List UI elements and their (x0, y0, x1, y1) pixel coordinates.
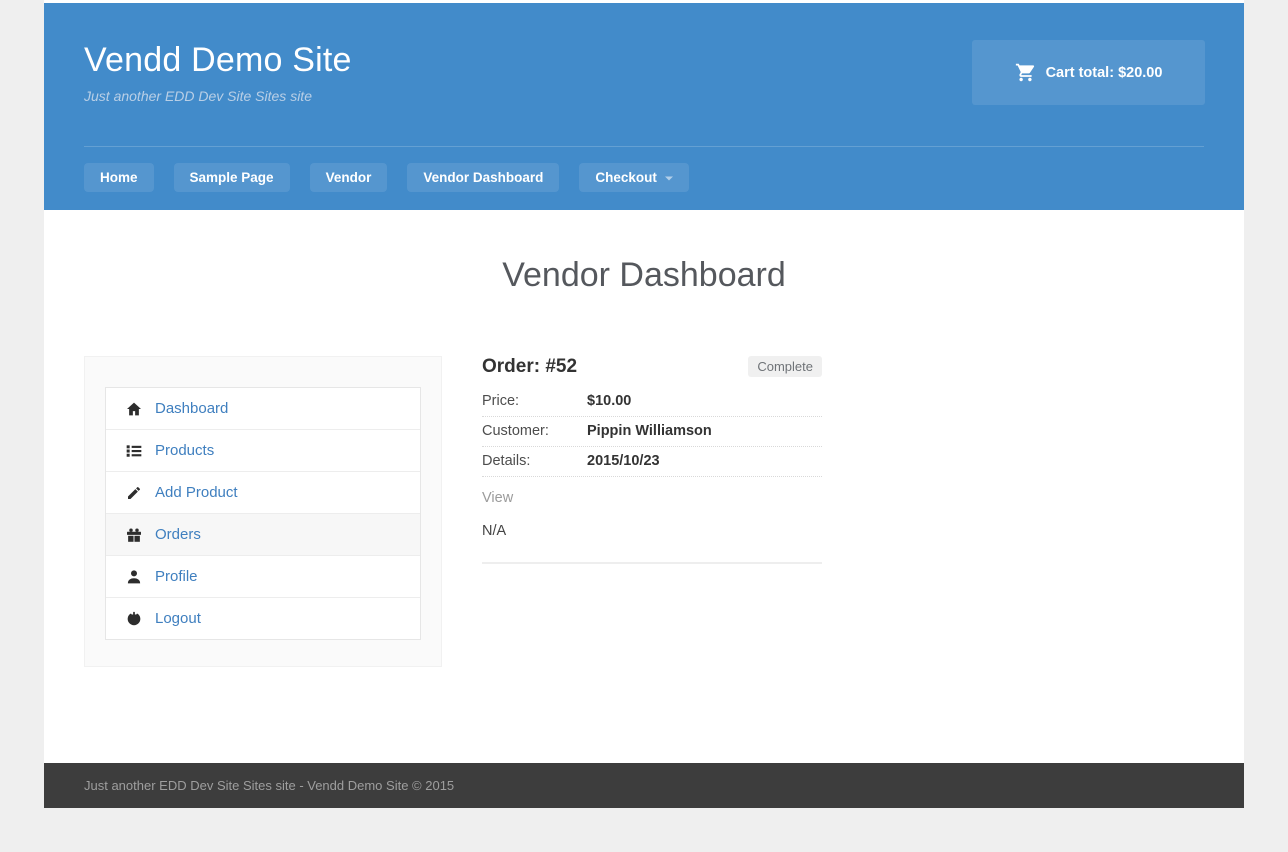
nav-item-sample-page-label: Sample Page (190, 170, 274, 185)
user-icon (126, 569, 142, 585)
order-price-label: Price: (482, 393, 587, 409)
home-icon (126, 401, 142, 417)
shopping-cart-icon (1015, 62, 1036, 83)
footer-text: Just another EDD Dev Site Sites site - V… (84, 778, 454, 793)
nav-item-sample-page[interactable]: Sample Page (174, 163, 290, 192)
cart-total-button[interactable]: Cart total: $20.00 (972, 40, 1205, 105)
sidebar-item-label: Logout (155, 610, 201, 627)
site-header: Vendd Demo Site Just another EDD Dev Sit… (44, 3, 1244, 210)
list-icon (126, 443, 142, 459)
order-customer-label: Customer: (482, 423, 587, 439)
sidebar-item-products[interactable]: Products (106, 430, 420, 472)
order-view-link[interactable]: View (482, 490, 822, 506)
order-divider (482, 562, 822, 564)
sidebar-item-logout[interactable]: Logout (106, 598, 420, 639)
sidebar-item-dashboard[interactable]: Dashboard (106, 388, 420, 430)
sidebar-item-label: Products (155, 442, 214, 459)
sidebar-item-profile[interactable]: Profile (106, 556, 420, 598)
cart-total-label: Cart total: $20.00 (1046, 65, 1163, 81)
nav-item-vendor-label: Vendor (326, 170, 372, 185)
sidebar-item-label: Orders (155, 526, 201, 543)
header-divider (84, 146, 1204, 147)
nav-item-checkout-label: Checkout (595, 170, 657, 185)
order-na-text: N/A (482, 523, 822, 539)
nav-item-home[interactable]: Home (84, 163, 154, 192)
order-price-value: $10.00 (587, 393, 631, 409)
order-heading: Order: #52 (482, 356, 577, 378)
nav-item-vendor[interactable]: Vendor (310, 163, 388, 192)
main-content: Vendor Dashboard Dashboard Pr (44, 210, 1244, 763)
vendor-menu: Dashboard Products Add Product (105, 387, 421, 640)
sidebar-item-label: Add Product (155, 484, 238, 501)
pencil-icon (126, 485, 142, 501)
chevron-down-icon (665, 176, 673, 184)
nav-item-checkout[interactable]: Checkout (579, 163, 689, 192)
vendor-sidebar: Dashboard Products Add Product (84, 356, 442, 667)
site-footer: Just another EDD Dev Site Sites site - V… (44, 763, 1244, 808)
nav-item-vendor-dashboard-label: Vendor Dashboard (423, 170, 543, 185)
power-icon (126, 611, 142, 627)
sidebar-item-label: Profile (155, 568, 198, 585)
order-status-badge: Complete (748, 356, 822, 377)
order-details-label: Details: (482, 453, 587, 469)
content-row: Dashboard Products Add Product (84, 356, 1204, 667)
page-container: Vendd Demo Site Just another EDD Dev Sit… (44, 0, 1244, 808)
order-header: Order: #52 Complete (482, 356, 822, 378)
sidebar-item-label: Dashboard (155, 400, 228, 417)
nav-item-vendor-dashboard[interactable]: Vendor Dashboard (407, 163, 559, 192)
main-nav: Home Sample Page Vendor Vendor Dashboard… (84, 163, 1204, 192)
order-details-value: 2015/10/23 (587, 453, 660, 469)
page-title: Vendor Dashboard (84, 254, 1204, 296)
sidebar-item-add-product[interactable]: Add Product (106, 472, 420, 514)
order-details-panel: Order: #52 Complete Price: $10.00 Custom… (482, 356, 822, 564)
nav-item-home-label: Home (100, 170, 138, 185)
order-customer-row: Customer: Pippin Williamson (482, 417, 822, 447)
sidebar-item-orders[interactable]: Orders (106, 514, 420, 556)
order-customer-value: Pippin Williamson (587, 423, 712, 439)
order-price-row: Price: $10.00 (482, 387, 822, 417)
gift-icon (126, 527, 142, 543)
order-details-row: Details: 2015/10/23 (482, 447, 822, 477)
